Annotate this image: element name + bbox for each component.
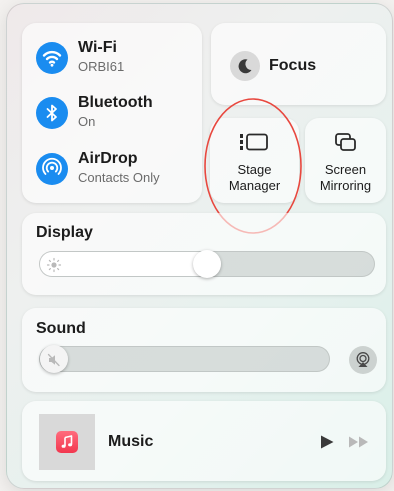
network-tile: Wi-Fi ORBI61 Bluetooth On AirDrop Contac (22, 23, 202, 203)
airdrop-icon[interactable] (36, 153, 68, 185)
sun-icon (46, 257, 62, 278)
display-tile: Display (22, 213, 386, 295)
wifi-network-name: ORBI61 (78, 59, 125, 74)
brightness-slider[interactable] (39, 250, 375, 278)
screen-mirroring-label-line2: Mirroring (319, 178, 372, 193)
stage-manager-label-line2: Manager (228, 178, 281, 193)
display-label: Display (36, 224, 93, 241)
control-center-panel: Wi-Fi ORBI61 Bluetooth On AirDrop Contac (6, 3, 393, 489)
moon-icon (230, 51, 260, 81)
wifi-icon[interactable] (36, 42, 68, 74)
play-icon[interactable] (319, 434, 335, 450)
sound-tile: Sound (22, 308, 386, 392)
screen-mirroring-label-line1: Screen (324, 162, 367, 177)
stage-manager-icon (238, 131, 272, 158)
fast-forward-icon[interactable] (348, 435, 370, 449)
wifi-toggle[interactable]: Wi-Fi ORBI61 (36, 34, 196, 80)
stage-manager-label-line1: Stage (237, 162, 272, 177)
music-label: Music (108, 433, 154, 450)
bluetooth-title: Bluetooth (78, 94, 153, 111)
airdrop-title: AirDrop (78, 150, 138, 167)
focus-button[interactable]: Focus (211, 23, 386, 105)
bluetooth-icon[interactable] (36, 97, 68, 129)
sound-label: Sound (36, 320, 86, 337)
speaker-muted-icon (46, 352, 62, 373)
airdrop-toggle[interactable]: AirDrop Contacts Only (36, 145, 196, 191)
airdrop-status: Contacts Only (78, 170, 160, 185)
now-playing-tile: Music (22, 401, 386, 481)
screen-mirroring-label: Screen Mirroring (305, 162, 386, 194)
bluetooth-toggle[interactable]: Bluetooth On (36, 89, 196, 135)
music-note-icon (56, 431, 78, 453)
bluetooth-status: On (78, 114, 96, 129)
album-art[interactable] (39, 414, 95, 470)
wifi-title: Wi-Fi (78, 39, 117, 56)
focus-label: Focus (269, 57, 317, 74)
airplay-audio-icon[interactable] (349, 346, 377, 374)
stage-manager-button[interactable]: Stage Manager (210, 118, 299, 203)
screen-mirroring-icon (332, 131, 360, 160)
stage-manager-label: Stage Manager (210, 162, 299, 194)
screen-mirroring-button[interactable]: Screen Mirroring (305, 118, 386, 203)
brightness-slider-knob[interactable] (193, 250, 221, 278)
volume-slider[interactable] (39, 345, 330, 373)
